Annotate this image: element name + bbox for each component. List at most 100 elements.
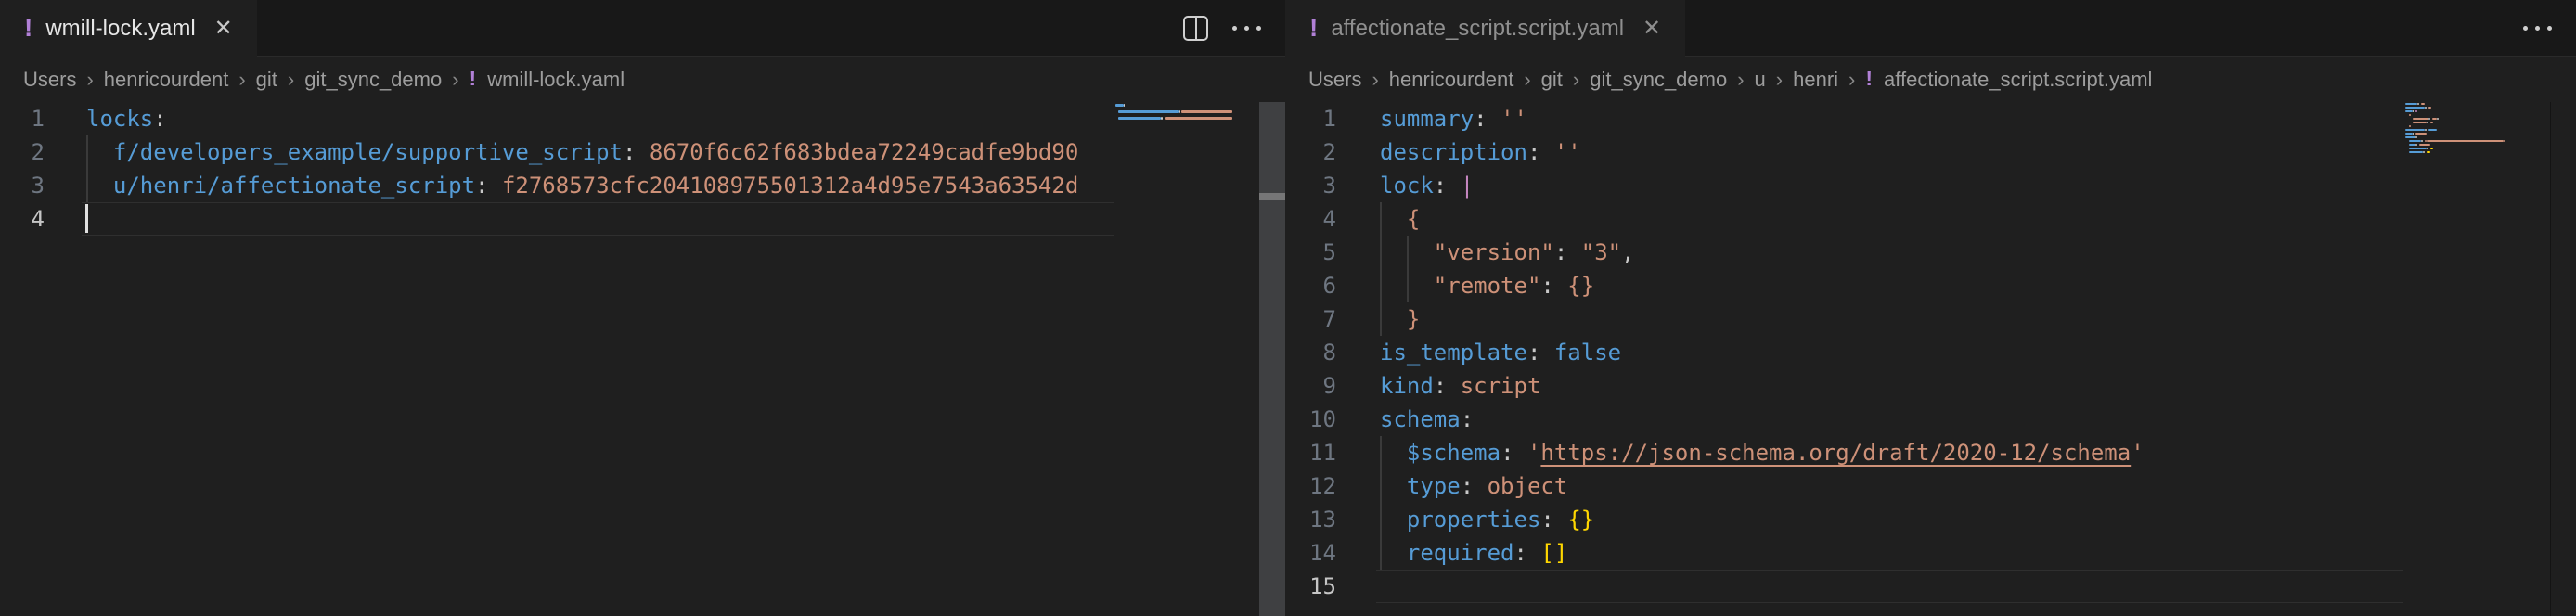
minimap-line bbox=[2421, 103, 2425, 105]
breadcrumb-item[interactable]: git bbox=[1541, 68, 1563, 92]
breadcrumb-item[interactable]: Users bbox=[1308, 68, 1361, 92]
close-tab-icon[interactable]: ✕ bbox=[214, 15, 233, 42]
code-line[interactable]: 13 properties: {} bbox=[1285, 503, 2403, 536]
tab-label: affectionate_script.script.yaml bbox=[1331, 16, 1624, 42]
minimap-line bbox=[1181, 110, 1231, 113]
breadcrumb-separator-icon: › bbox=[452, 68, 458, 92]
yaml-file-icon: ! bbox=[470, 66, 477, 91]
code-line[interactable]: 6 "remote": {} bbox=[1285, 269, 2403, 302]
line-number: 9 bbox=[1285, 369, 1336, 403]
breadcrumb-separator-icon: › bbox=[1372, 68, 1378, 92]
minimap-line bbox=[2413, 110, 2415, 112]
code-line[interactable]: 2 f/developers_example/supportive_script… bbox=[0, 135, 1114, 169]
minimap-left[interactable] bbox=[1114, 102, 1259, 616]
breadcrumb-item[interactable]: git_sync_demo bbox=[1590, 68, 1727, 92]
close-tab-icon[interactable]: ✕ bbox=[1642, 15, 1661, 42]
minimap-line bbox=[2405, 103, 2417, 105]
code-line[interactable]: 9 kind: script bbox=[1285, 369, 2403, 403]
code-line[interactable]: 1summary: '' bbox=[1285, 102, 2403, 135]
minimap-line bbox=[2430, 148, 2434, 149]
code-line[interactable]: 8is_template: false bbox=[1285, 336, 2403, 369]
minimap-line bbox=[1179, 110, 1180, 113]
minimap-line bbox=[1118, 110, 1179, 113]
breadcrumb-item[interactable]: u bbox=[1755, 68, 1766, 92]
minimap-line bbox=[2437, 118, 2439, 120]
code-line[interactable]: 14 required: [] bbox=[1285, 536, 2403, 570]
minimap-line bbox=[2409, 148, 2427, 149]
code-line[interactable]: 15 bbox=[1285, 570, 2403, 603]
breadcrumb-file[interactable]: affectionate_script.script.yaml bbox=[1884, 68, 2152, 92]
yaml-file-icon: ! bbox=[24, 15, 32, 41]
minimap-line bbox=[2409, 151, 2423, 153]
code-line[interactable]: 3 u/henri/affectionate_script: f2768573c… bbox=[0, 169, 1114, 202]
breadcrumb-item[interactable]: henri bbox=[1793, 68, 1838, 92]
minimap-line bbox=[2405, 107, 2425, 109]
code-line[interactable]: 2description: '' bbox=[1285, 135, 2403, 169]
breadcrumb-item[interactable]: git_sync_demo bbox=[304, 68, 442, 92]
minimap-line bbox=[1124, 104, 1126, 107]
code-text: lock: | bbox=[1380, 169, 1474, 202]
more-actions-icon[interactable] bbox=[1232, 26, 1261, 31]
breadcrumb-item[interactable]: Users bbox=[23, 68, 76, 92]
code-text: $schema: 'https://json-schema.org/draft/… bbox=[1380, 436, 2145, 469]
minimap-line bbox=[2415, 110, 2417, 112]
breadcrumb-file[interactable]: wmill-lock.yaml bbox=[487, 68, 625, 92]
line-number: 2 bbox=[1285, 135, 1336, 169]
editor-right[interactable]: 1summary: ''2description: ''3lock: |4 {5… bbox=[1285, 102, 2403, 616]
code-text: } bbox=[1380, 302, 1420, 336]
code-line[interactable]: 12 type: object bbox=[1285, 469, 2403, 503]
line-number: 12 bbox=[1285, 469, 1336, 503]
split-editor-icon[interactable] bbox=[1183, 16, 1208, 41]
line-number: 4 bbox=[1285, 202, 1336, 236]
code-text: u/henri/affectionate_script: f2768573cfc… bbox=[86, 169, 1078, 202]
minimap-line bbox=[1165, 117, 1232, 120]
minimap-line bbox=[1115, 104, 1124, 107]
breadcrumb-item[interactable]: henricourdent bbox=[1389, 68, 1514, 92]
minimap-line bbox=[2428, 118, 2430, 120]
breadcrumb-separator-icon: › bbox=[86, 68, 93, 92]
scrollbar-right[interactable] bbox=[2550, 102, 2551, 616]
breadcrumb-item[interactable]: henricourdent bbox=[104, 68, 229, 92]
code-text: schema: bbox=[1380, 403, 1474, 436]
minimap-line bbox=[2504, 140, 2505, 142]
code-line[interactable]: 11 $schema: 'https://json-schema.org/dra… bbox=[1285, 436, 2403, 469]
minimap-right[interactable] bbox=[2403, 102, 2543, 616]
more-actions-icon[interactable] bbox=[2523, 26, 2552, 31]
minimap-line bbox=[2405, 133, 2413, 135]
code-line[interactable]: 5 "version": "3", bbox=[1285, 236, 2403, 269]
breadcrumb-item[interactable]: git bbox=[256, 68, 277, 92]
minimap-line bbox=[2409, 114, 2411, 116]
editor-group-left: ! wmill-lock.yaml ✕ Users › henricourdent ›… bbox=[0, 0, 1285, 616]
line-number: 3 bbox=[0, 169, 45, 202]
minimap-line bbox=[2413, 118, 2428, 120]
code-line[interactable]: 10 schema: bbox=[1285, 403, 2403, 436]
tab-affectionate-script-yaml[interactable]: ! affectionate_script.script.yaml ✕ bbox=[1285, 0, 1685, 57]
minimap-line bbox=[2409, 144, 2416, 146]
line-number: 7 bbox=[1285, 302, 1336, 336]
tabbar-right: ! affectionate_script.script.yaml ✕ bbox=[1285, 0, 2576, 57]
minimap-line bbox=[2430, 122, 2434, 123]
code-line[interactable]: 3lock: | bbox=[1285, 169, 2403, 202]
minimap-line bbox=[2409, 140, 2421, 142]
code-text: is_template: false bbox=[1380, 336, 1621, 369]
line-number: 10 bbox=[1285, 403, 1336, 436]
tab-wmill-lock-yaml[interactable]: ! wmill-lock.yaml ✕ bbox=[0, 0, 257, 57]
minimap-line bbox=[2421, 140, 2423, 142]
code-line[interactable]: 1locks: bbox=[0, 102, 1114, 135]
minimap-line bbox=[2425, 107, 2427, 109]
line-number: 4 bbox=[0, 202, 45, 236]
code-text: kind: script bbox=[1380, 369, 1540, 403]
current-line-highlight bbox=[82, 202, 1114, 236]
breadcrumb-separator-icon: › bbox=[1737, 68, 1744, 92]
code-line[interactable]: 4 bbox=[0, 202, 1114, 236]
line-number: 5 bbox=[1285, 236, 1336, 269]
minimap-line bbox=[2428, 107, 2432, 109]
minimap-line bbox=[2415, 144, 2417, 146]
minimap-line bbox=[2419, 144, 2429, 146]
code-line[interactable]: 7 } bbox=[1285, 302, 2403, 336]
code-line[interactable]: 4 { bbox=[1285, 202, 2403, 236]
editor-left[interactable]: 1locks:2 f/developers_example/supportive… bbox=[0, 102, 1114, 616]
line-number: 15 bbox=[1285, 570, 1336, 603]
editor-actions-left bbox=[1183, 0, 1261, 57]
scrollbar-left[interactable] bbox=[1259, 102, 1285, 616]
